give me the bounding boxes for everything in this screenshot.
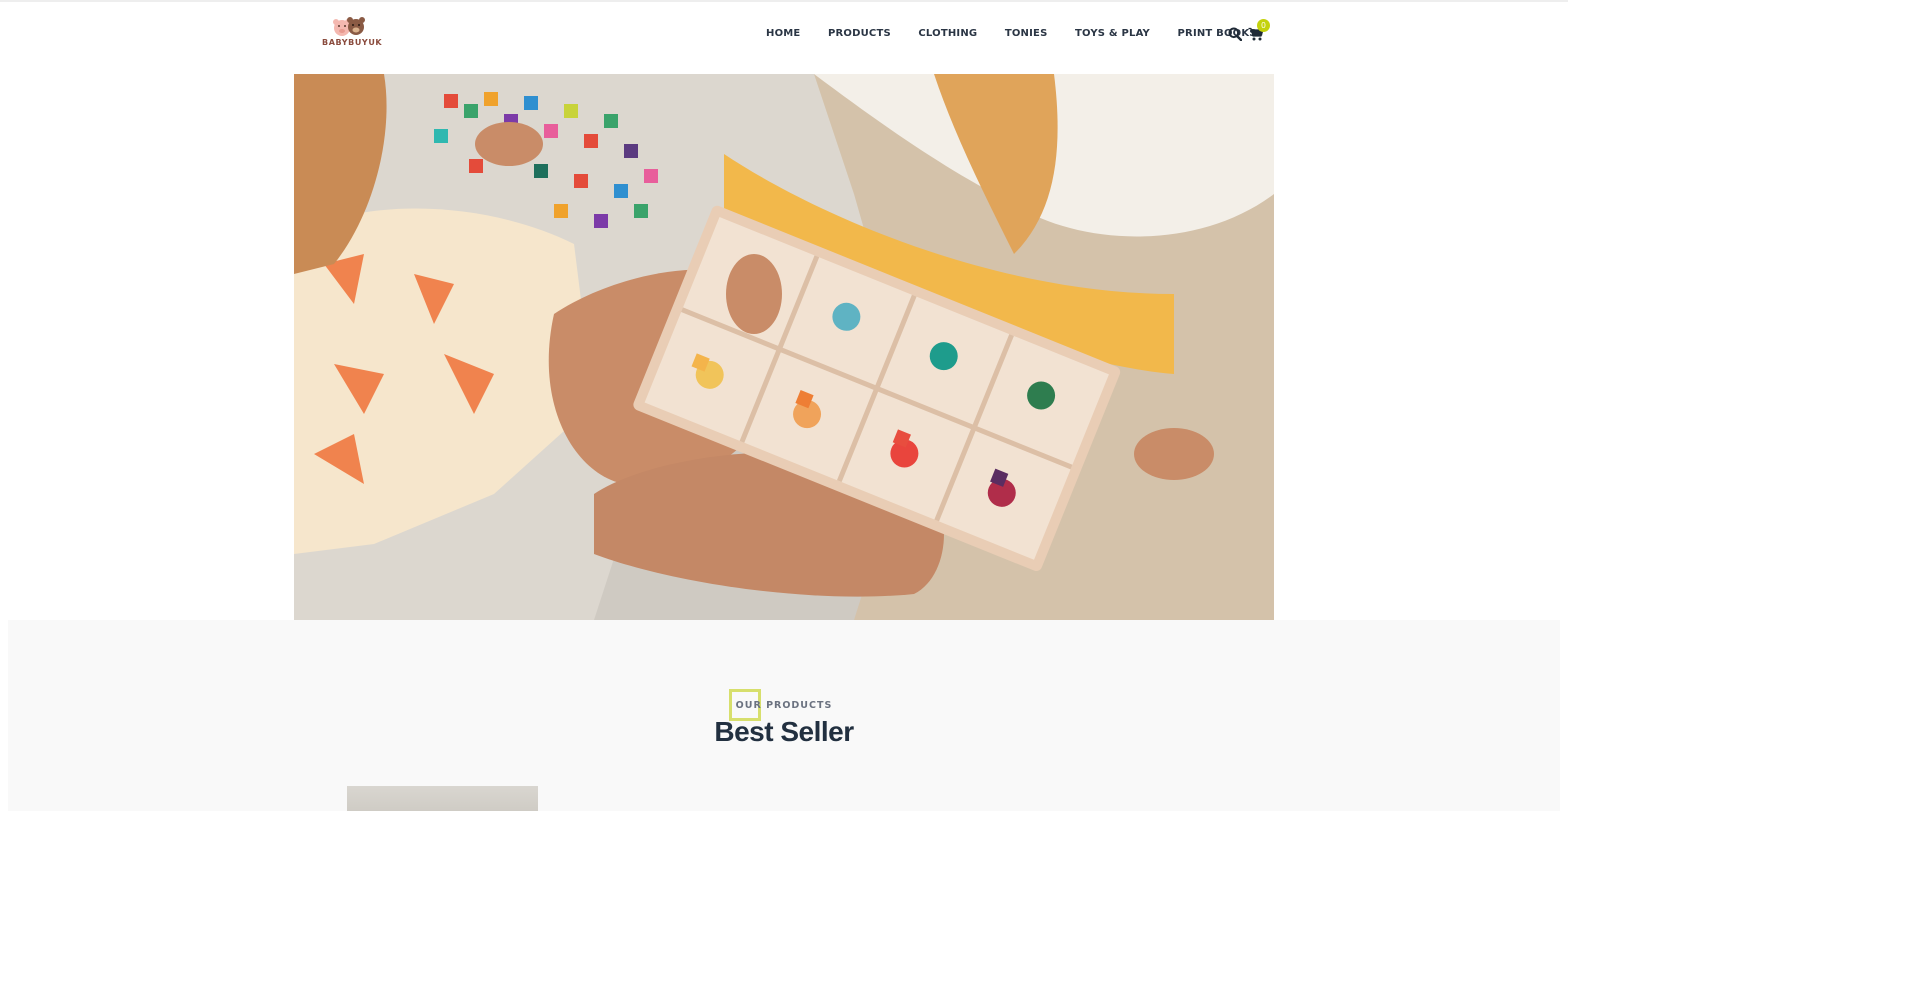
nav-item-toys-play[interactable]: TOYS & PLAY [1075,27,1150,41]
hero-image [294,74,1274,620]
cart-count-badge: 0 [1257,19,1270,32]
brand-name: BABYBUYUK [322,38,383,47]
main-nav: HOME PRODUCTS CLOTHING TONIES TOYS & PLA… [766,27,1257,41]
product-card-image[interactable] [347,786,538,811]
nav-item-products[interactable]: PRODUCTS [828,27,891,41]
section-eyebrow: OUR PRODUCTS [735,700,833,711]
nav-item-print-books[interactable]: PRINT BOOKS [1178,27,1257,41]
nav-item-tonies[interactable]: TONIES [1005,27,1048,41]
nav-item-clothing[interactable]: CLOTHING [918,27,977,41]
site-header: BABYBUYUK HOME PRODUCTS CLOTHING TONIES … [0,0,1568,74]
nav-item-home[interactable]: HOME [766,27,800,41]
search-icon[interactable] [1228,27,1243,42]
hero-photo-illustration [294,74,1274,620]
section-title: Best Seller [714,716,854,747]
